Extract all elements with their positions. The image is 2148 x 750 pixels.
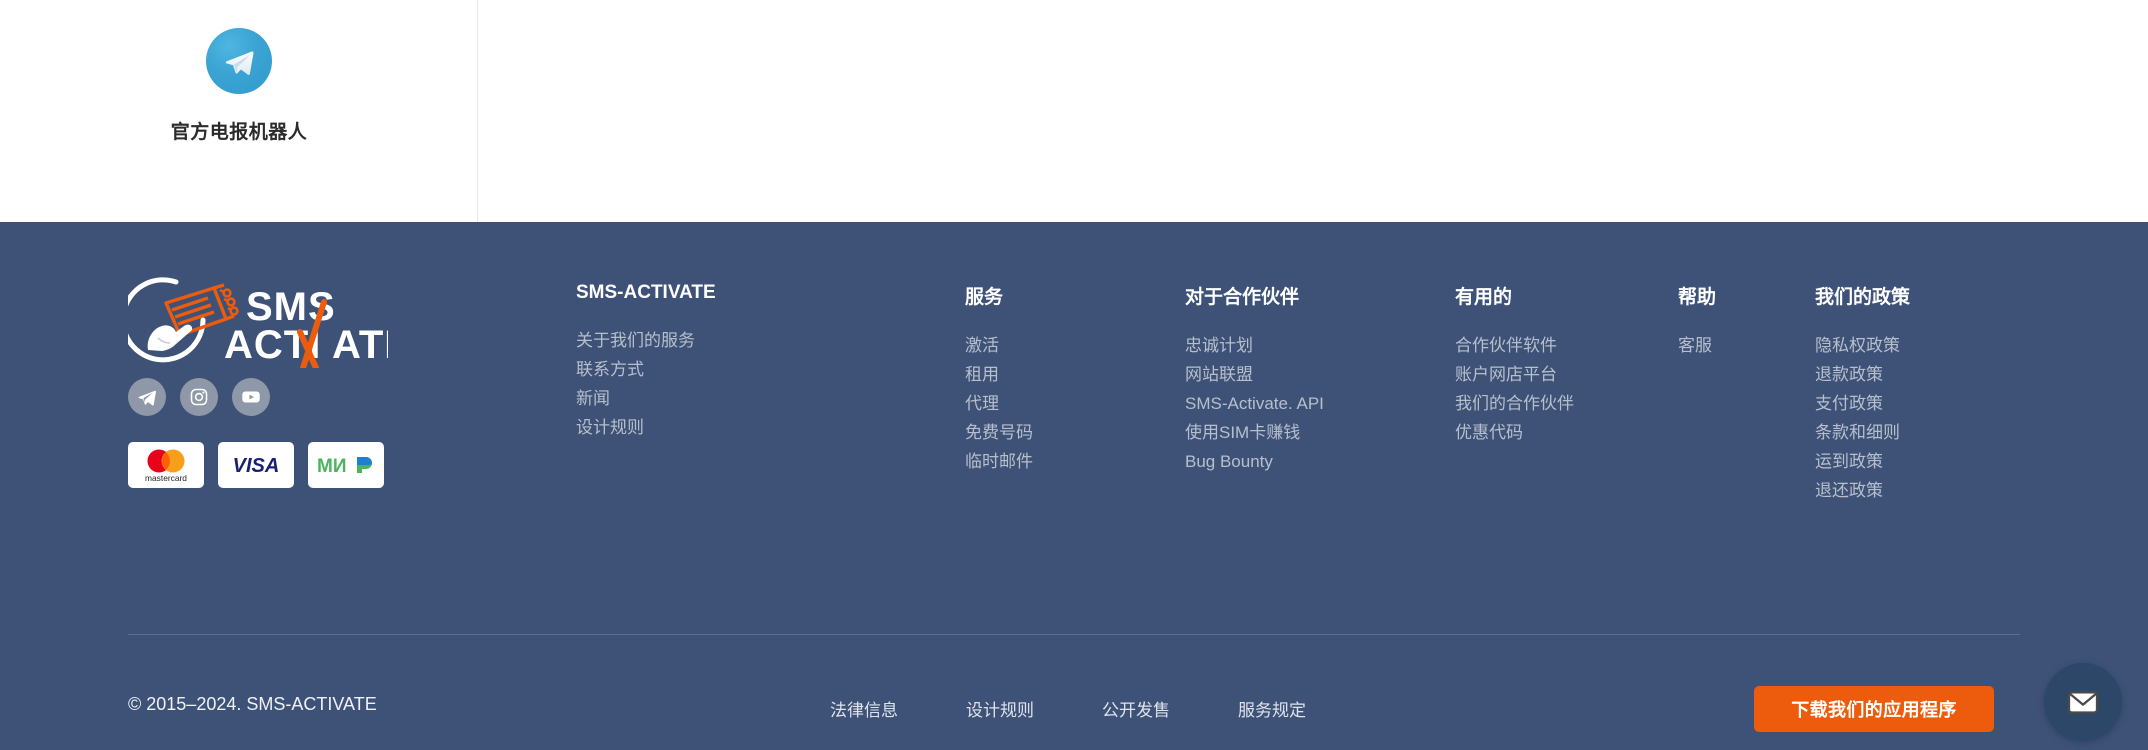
- footer-column-services: 服务 激活 租用 代理 免费号码 临时邮件: [965, 282, 1033, 476]
- footer-column-partners: 对于合作伙伴 忠诚计划 网站联盟 SMS-Activate. API 使用SIM…: [1185, 282, 1324, 476]
- svg-text:VISA: VISA: [233, 455, 280, 477]
- column-title: 服务: [965, 287, 1004, 308]
- footer-bottom-links: 法律信息 设计规则 公开发售 服务规定: [830, 696, 1306, 721]
- bottom-link-design-rules[interactable]: 设计规则: [966, 696, 1034, 721]
- page-root: 官方电报机器人 SMS ACTI AT mastercard VISA МИ S…: [0, 0, 2148, 750]
- footer-link[interactable]: 隐私权政策: [1815, 331, 1910, 360]
- footer-link[interactable]: 新闻: [576, 384, 716, 413]
- footer-brand-block: SMS ACTI ATE: [128, 276, 528, 488]
- footer-link[interactable]: SMS-Activate. API: [1185, 389, 1324, 418]
- footer-bottom-bar: © 2015–2024. SMS-ACTIVATE 法律信息 设计规则 公开发售…: [0, 634, 2148, 750]
- footer-link[interactable]: 客服: [1678, 331, 1716, 360]
- download-app-button[interactable]: 下载我们的应用程序: [1754, 686, 1994, 732]
- footer-link[interactable]: 优惠代码: [1455, 418, 1574, 447]
- footer-column-sms-activate: SMS-ACTIVATE 关于我们的服务 联系方式 新闻 设计规则: [576, 282, 716, 442]
- footer-link[interactable]: Bug Bounty: [1185, 447, 1324, 476]
- telegram-icon[interactable]: [206, 28, 272, 94]
- telegram-bot-promo[interactable]: 官方电报机器人: [0, 0, 478, 144]
- footer-column-help: 帮助 客服: [1678, 282, 1716, 360]
- instagram-icon[interactable]: [180, 378, 218, 416]
- mastercard-logo: mastercard: [128, 442, 204, 488]
- site-footer: SMS ACTI ATE: [0, 222, 2148, 750]
- footer-link[interactable]: 支付政策: [1815, 389, 1910, 418]
- footer-link[interactable]: 租用: [965, 360, 1033, 389]
- column-title: SMS-ACTIVATE: [576, 282, 716, 303]
- top-content-area: 官方电报机器人: [0, 0, 2148, 222]
- footer-link[interactable]: 条款和细则: [1815, 418, 1910, 447]
- footer-link[interactable]: 使用SIM卡赚钱: [1185, 418, 1324, 447]
- column-title: 有用的: [1455, 287, 1513, 308]
- svg-text:МИ: МИ: [317, 456, 346, 476]
- footer-link[interactable]: 激活: [965, 331, 1033, 360]
- footer-link[interactable]: 联系方式: [576, 355, 716, 384]
- footer-link[interactable]: 运到政策: [1815, 447, 1910, 476]
- footer-link[interactable]: 退还政策: [1815, 476, 1910, 505]
- mir-logo: МИ: [308, 442, 384, 488]
- envelope-icon: [2062, 681, 2104, 723]
- bottom-link-service-terms[interactable]: 服务规定: [1238, 696, 1306, 721]
- social-links: [128, 378, 528, 416]
- footer-link[interactable]: 临时邮件: [965, 447, 1033, 476]
- telegram-icon[interactable]: [128, 378, 166, 416]
- column-title: 我们的政策: [1815, 287, 1911, 308]
- chat-support-button[interactable]: [2044, 663, 2122, 741]
- footer-link[interactable]: 退款政策: [1815, 360, 1910, 389]
- column-title: 对于合作伙伴: [1185, 287, 1300, 308]
- footer-column-policies: 我们的政策 隐私权政策 退款政策 支付政策 条款和细则 运到政策 退还政策: [1815, 282, 1910, 505]
- footer-link[interactable]: 代理: [965, 389, 1033, 418]
- footer-link[interactable]: 账户网店平台: [1455, 360, 1574, 389]
- copyright-text: © 2015–2024. SMS-ACTIVATE: [128, 694, 377, 714]
- youtube-icon[interactable]: [232, 378, 270, 416]
- telegram-promo-panel: 官方电报机器人: [0, 0, 478, 222]
- footer-link[interactable]: 我们的合作伙伴: [1455, 389, 1574, 418]
- footer-link[interactable]: 合作伙伴软件: [1455, 331, 1574, 360]
- footer-link[interactable]: 免费号码: [965, 418, 1033, 447]
- main-content-panel: [479, 0, 2148, 222]
- telegram-promo-label: 官方电报机器人: [170, 122, 308, 143]
- footer-link[interactable]: 网站联盟: [1185, 360, 1324, 389]
- bottom-link-legal[interactable]: 法律信息: [830, 696, 898, 721]
- footer-link[interactable]: 忠诚计划: [1185, 331, 1324, 360]
- svg-text:mastercard: mastercard: [145, 473, 187, 483]
- footer-link[interactable]: 设计规则: [576, 413, 716, 442]
- payment-methods: mastercard VISA МИ: [128, 442, 528, 488]
- bottom-link-public-offer[interactable]: 公开发售: [1102, 696, 1170, 721]
- footer-column-useful: 有用的 合作伙伴软件 账户网店平台 我们的合作伙伴 优惠代码: [1455, 282, 1574, 447]
- column-title: 帮助: [1678, 287, 1717, 308]
- footer-link[interactable]: 关于我们的服务: [576, 326, 716, 355]
- visa-logo: VISA: [218, 442, 294, 488]
- sms-activate-logo[interactable]: SMS ACTI ATE: [128, 276, 528, 368]
